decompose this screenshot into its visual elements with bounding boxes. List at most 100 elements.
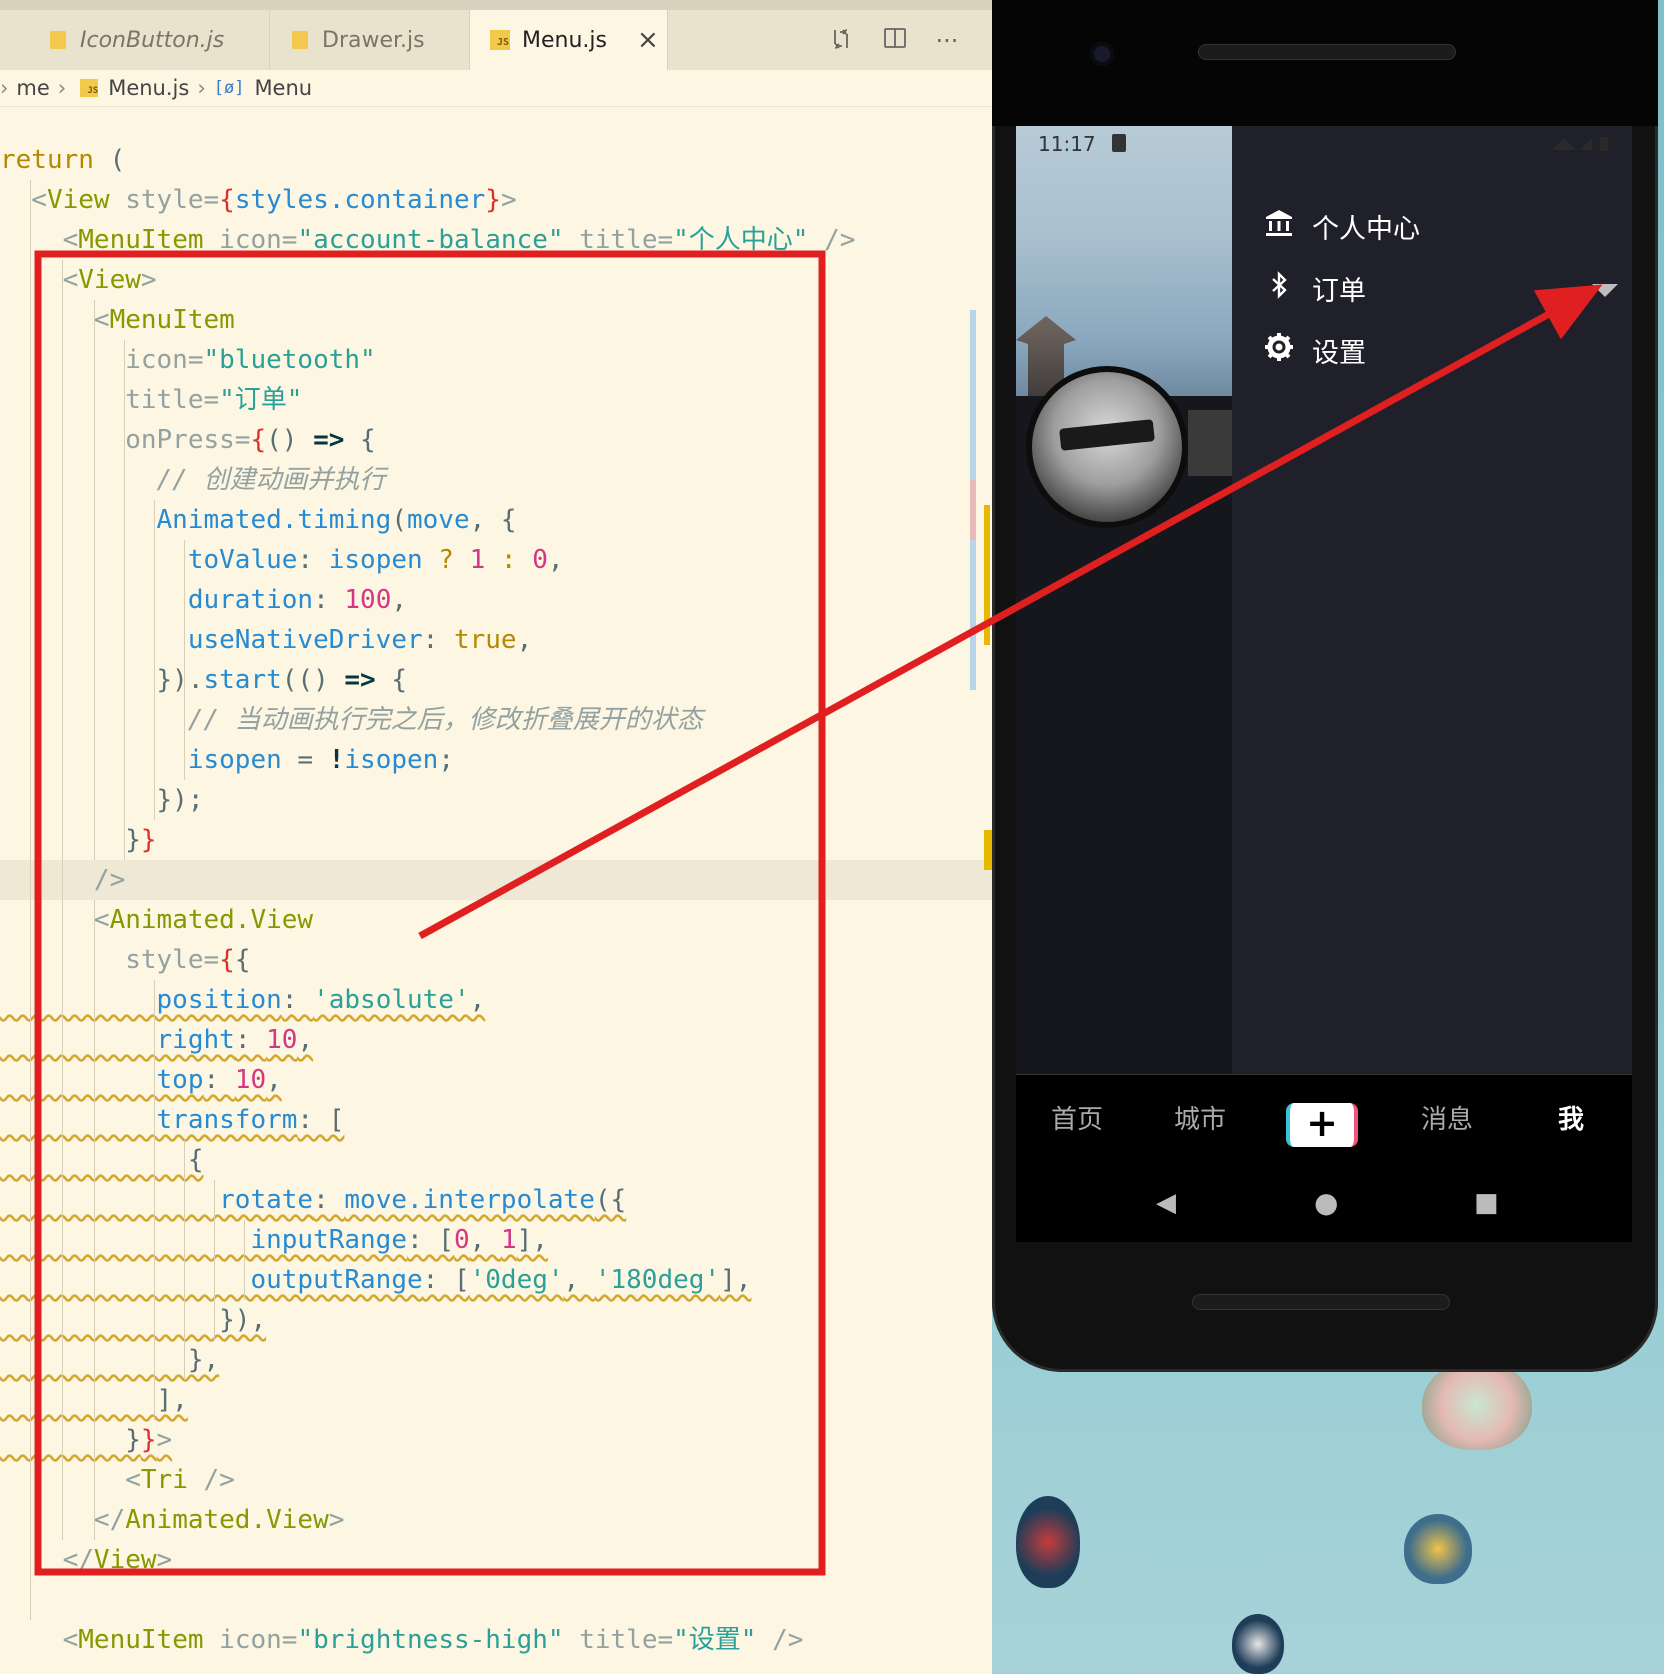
code-token: ! — [328, 745, 345, 775]
balloon-image — [1404, 1514, 1472, 1584]
code-token: "brightness-high" — [297, 1625, 564, 1655]
code-line[interactable]: outputRange: ['0deg', '180deg'], — [0, 1260, 992, 1300]
home-icon[interactable]: ● — [1314, 1186, 1338, 1219]
code-line[interactable]: useNativeDriver: true, — [0, 620, 992, 660]
code-line[interactable]: <MenuItem icon="brightness-high" title="… — [0, 1620, 992, 1660]
code-line[interactable]: style={{ — [0, 940, 992, 980]
code-token: ], — [720, 1265, 752, 1295]
breadcrumb-separator: › — [0, 76, 9, 100]
code-line[interactable]: return ( — [0, 140, 992, 180]
drawer-menu: 个人中心 订单 设置 — [1232, 126, 1632, 1074]
indent-guide — [184, 540, 185, 780]
code-token: < — [0, 225, 79, 255]
code-token: outputRange — [0, 1265, 423, 1295]
phone-bezel — [992, 0, 1658, 126]
code-line[interactable]: <MenuItem — [0, 300, 992, 340]
code-line[interactable]: // 创建动画并执行 — [0, 460, 992, 500]
menu-item-label: 订单 — [1312, 275, 1366, 307]
back-icon[interactable]: ◀ — [1156, 1188, 1176, 1218]
code-line[interactable]: }); — [0, 780, 992, 820]
code-token: }), — [0, 1305, 267, 1335]
balloon-image — [1422, 1360, 1532, 1450]
code-line[interactable]: </Animated.View> — [0, 1500, 992, 1540]
code-line[interactable]: <View> — [0, 260, 992, 300]
code-line[interactable]: position: 'absolute', — [0, 980, 992, 1020]
code-token: 1 — [469, 545, 486, 575]
code-token: style= — [109, 185, 220, 215]
tab-home[interactable]: 首页 — [1032, 1099, 1122, 1136]
tab-city[interactable]: 城市 — [1155, 1099, 1245, 1136]
code-line[interactable]: title="订单" — [0, 380, 992, 420]
code-line[interactable]: <View style={styles.container}> — [0, 180, 992, 220]
breadcrumb-file[interactable]: Menu.js — [108, 76, 189, 100]
code-token: // 创建动画并执行 — [0, 465, 386, 495]
menu-item-settings[interactable]: 设置 — [1262, 322, 1366, 378]
code-token: "设置" — [673, 1625, 757, 1655]
code-token: ; — [438, 745, 454, 775]
ruler-mark — [970, 480, 976, 540]
code-line[interactable] — [0, 1580, 992, 1620]
code-token: , — [391, 585, 408, 615]
indent-guide — [184, 1140, 185, 1380]
code-line[interactable]: </View> — [0, 1540, 992, 1580]
code-line[interactable]: // 当动画执行完之后，修改折叠展开的状态 — [0, 700, 992, 740]
tab-menu-js[interactable]: JS Menu.js × — [470, 10, 668, 70]
code-token: < — [0, 265, 79, 295]
code-line[interactable]: }}> — [0, 1420, 992, 1460]
code-line[interactable]: transform: [ — [0, 1100, 992, 1140]
close-icon[interactable]: × — [637, 25, 659, 55]
code-token: => — [344, 665, 376, 695]
tab-me[interactable]: 我 — [1526, 1099, 1616, 1136]
indent-guide — [244, 1220, 245, 1300]
code-token: < — [0, 1465, 141, 1495]
split-editor-icon[interactable] — [880, 26, 910, 56]
menu-item-orders[interactable]: 订单 — [1262, 260, 1366, 316]
breadcrumb-folder[interactable]: me — [16, 76, 49, 100]
code-line[interactable]: }, — [0, 1340, 992, 1380]
breadcrumb-symbol[interactable]: Menu — [254, 76, 312, 100]
indent-guide — [94, 900, 95, 1540]
code-token: : — [313, 1185, 345, 1215]
more-actions-icon[interactable]: ··· — [932, 26, 962, 56]
compare-changes-icon[interactable] — [826, 26, 856, 56]
code-line[interactable]: top: 10, — [0, 1060, 992, 1100]
code-token: { — [234, 945, 251, 975]
code-token: isopen — [0, 745, 282, 775]
expand-triangle-icon[interactable] — [1592, 284, 1618, 297]
code-line[interactable]: <Tri /> — [0, 1460, 992, 1500]
code-token: styles.container — [234, 185, 486, 215]
indent-guide — [30, 180, 31, 1620]
code-line[interactable]: }} — [0, 820, 992, 860]
overview-ruler[interactable] — [970, 310, 992, 870]
code-line[interactable]: right: 10, — [0, 1020, 992, 1060]
recents-icon[interactable]: ■ — [1474, 1188, 1499, 1218]
menu-item-personal-center[interactable]: 个人中心 — [1262, 198, 1420, 254]
code-token: // 当动画执行完之后，修改折叠展开的状态 — [0, 705, 703, 735]
code-token: { — [375, 665, 408, 695]
code-line[interactable]: rotate: move.interpolate({ — [0, 1180, 992, 1220]
add-button[interactable]: + — [1286, 1103, 1358, 1147]
code-token: } — [485, 185, 501, 215]
code-token: position — [0, 985, 282, 1015]
code-line[interactable]: <MenuItem icon="account-balance" title="… — [0, 220, 992, 260]
code-line[interactable]: isopen = !isopen; — [0, 740, 992, 780]
code-line[interactable]: inputRange: [0, 1], — [0, 1220, 992, 1260]
code-line[interactable]: <Animated.View — [0, 900, 992, 940]
code-token: '180deg' — [594, 1265, 721, 1295]
code-line[interactable]: }).start(() => { — [0, 660, 992, 700]
code-area[interactable]: return ( <View style={styles.container}>… — [0, 140, 992, 1660]
code-line[interactable]: }), — [0, 1300, 992, 1340]
code-line[interactable]: toValue: isopen ? 1 : 0, — [0, 540, 992, 580]
tab-drawer-js[interactable]: Drawer.js — [270, 10, 470, 70]
code-line[interactable]: duration: 100, — [0, 580, 992, 620]
symbol-icon: [ø] — [213, 78, 245, 98]
code-line[interactable]: /> — [0, 860, 992, 900]
tab-messages[interactable]: 消息 — [1402, 1099, 1492, 1136]
code-line[interactable]: onPress={() => { — [0, 420, 992, 460]
code-line[interactable]: icon="bluetooth" — [0, 340, 992, 380]
code-line[interactable]: { — [0, 1140, 992, 1180]
avatar[interactable] — [1026, 366, 1188, 528]
tab-iconbutton-js[interactable]: IconButton.js — [30, 10, 270, 70]
code-line[interactable]: Animated.timing(move, { — [0, 500, 992, 540]
code-line[interactable]: ], — [0, 1380, 992, 1420]
